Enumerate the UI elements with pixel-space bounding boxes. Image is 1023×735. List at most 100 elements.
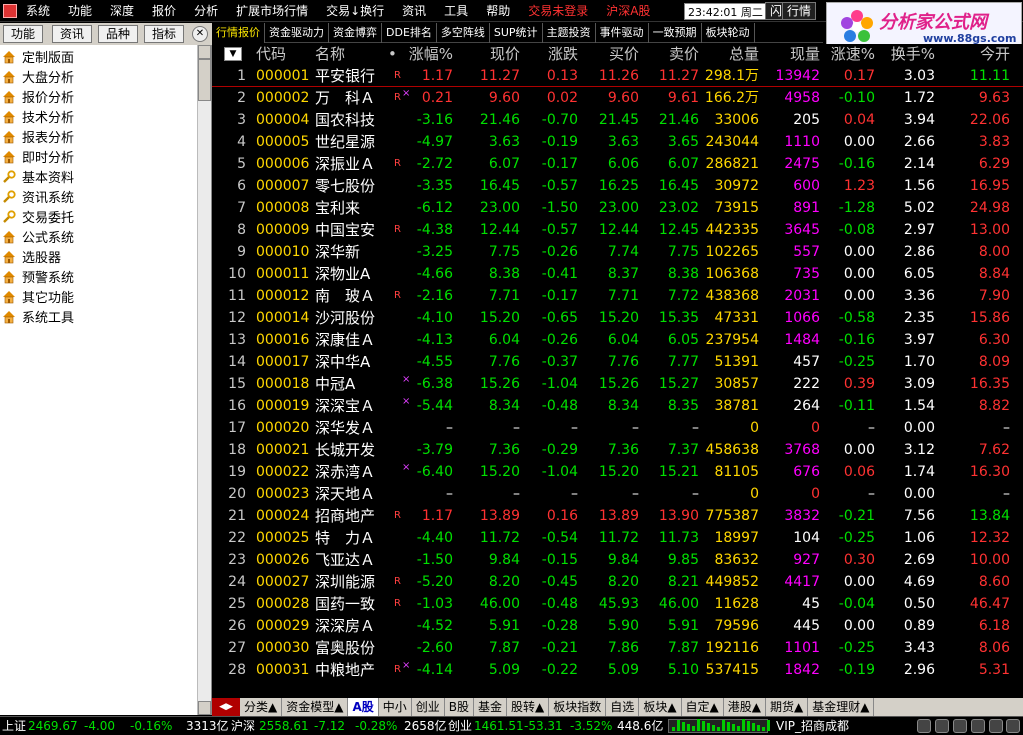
market-tab[interactable]: 资金模型▲: [282, 698, 349, 716]
column-header[interactable]: 今开: [952, 44, 1010, 65]
table-row[interactable]: 11 000012 南 玻Ａ R -2.16 7.71 -0.17 7.71 7.72 43836…: [212, 285, 1023, 307]
tab-news[interactable]: 资讯: [52, 25, 92, 43]
sidebar-item[interactable]: 资讯系统: [2, 186, 74, 206]
table-row[interactable]: 22 000025 特 力Ａ -4.40 11.72 -0.54 11.72 11.73 189…: [212, 527, 1023, 549]
table-row[interactable]: 21 000024 招商地产 R 1.17 13.89 0.16 13.89 13.90 7753…: [212, 505, 1023, 527]
lock-icon[interactable]: [953, 719, 967, 733]
sidebar-item[interactable]: 大盘分析: [2, 66, 74, 86]
table-row[interactable]: 8 000009 中国宝安 R -4.38 12.44 -0.57 12.44 12.45 442…: [212, 219, 1023, 241]
table-row[interactable]: 3 000004 国农科技 -3.16 21.46 -0.70 21.45 21.46 3300…: [212, 109, 1023, 131]
menu-item[interactable]: 系统: [26, 0, 50, 22]
table-row[interactable]: 5 000006 深振业Ａ R -2.72 6.07 -0.17 6.06 6.07 286821…: [212, 153, 1023, 175]
table-row[interactable]: 15 000018 中冠A × -6.38 15.26 -1.04 15.26 15.27 308…: [212, 373, 1023, 395]
sidebar-item[interactable]: 基本资料: [2, 166, 74, 186]
menu-item[interactable]: 分析: [194, 0, 218, 22]
column-header[interactable]: 现量: [765, 44, 820, 65]
market-tab[interactable]: 板块▲: [639, 698, 682, 716]
menu-item[interactable]: 扩展市场行情: [236, 0, 308, 22]
table-row[interactable]: 13 000016 深康佳Ａ -4.13 6.04 -0.26 6.04 6.05 237954…: [212, 329, 1023, 351]
function-tab[interactable]: 板块轮动: [702, 23, 755, 43]
menu-alert[interactable]: 沪深A股: [606, 0, 650, 22]
column-header[interactable]: 涨幅%: [403, 44, 453, 65]
table-row[interactable]: 1 000001 平安银行 R 1.17 11.27 0.13 11.26 11.27 298.1…: [212, 65, 1023, 87]
market-tab[interactable]: 板块指数: [549, 698, 607, 716]
tab-variety[interactable]: 品种: [98, 25, 138, 43]
menu-alert[interactable]: 交易未登录: [528, 0, 588, 22]
market-tab[interactable]: 分类▲: [240, 698, 283, 716]
table-row[interactable]: 19 000022 深赤湾Ａ × -6.40 15.20 -1.04 15.20 15.21 81…: [212, 461, 1023, 483]
market-tab[interactable]: 中小: [378, 698, 412, 716]
market-tab[interactable]: 基金: [474, 698, 508, 716]
menu-item[interactable]: 报价: [152, 0, 176, 22]
table-row[interactable]: 6 000007 零七股份 -3.35 16.45 -0.57 16.25 16.45 3097…: [212, 175, 1023, 197]
market-tab[interactable]: 自选: [606, 698, 640, 716]
table-row[interactable]: 2 000002 万 科Ａ R × 0.21 9.60 0.02 9.60 9.61 166.2万 4…: [212, 87, 1023, 109]
function-tab[interactable]: 主题投资: [543, 23, 596, 43]
function-tab[interactable]: 资金驱动力: [265, 23, 329, 43]
function-tab[interactable]: 事件驱动: [596, 23, 649, 43]
table-row[interactable]: 18 000021 长城开发 -3.79 7.36 -0.29 7.36 7.37 458638…: [212, 439, 1023, 461]
sidebar-item[interactable]: 报价分析: [2, 86, 74, 106]
table-row[interactable]: 4 000005 世纪星源 -4.97 3.63 -0.19 3.63 3.65 243044 1…: [212, 131, 1023, 153]
sidebar-scrollbar[interactable]: [197, 45, 211, 715]
close-panel-icon[interactable]: ✕: [192, 26, 208, 42]
sidebar-item[interactable]: 即时分析: [2, 146, 74, 166]
table-row[interactable]: 24 000027 深圳能源 R -5.20 8.20 -0.45 8.20 8.21 44985…: [212, 571, 1023, 593]
market-tab[interactable]: 港股▲: [723, 698, 767, 716]
function-tab[interactable]: 行情报价: [212, 23, 265, 43]
column-header[interactable]: 代码: [256, 44, 286, 65]
menu-item[interactable]: 帮助: [486, 0, 510, 22]
table-row[interactable]: 28 000031 中粮地产 R × -4.14 5.09 -0.22 5.09 5.10 5374…: [212, 659, 1023, 681]
menu-item[interactable]: 资讯: [402, 0, 426, 22]
column-header[interactable]: 涨速%: [824, 44, 875, 65]
market-tab[interactable]: B股: [444, 698, 475, 716]
quote-button[interactable]: 行情: [782, 2, 817, 20]
menu-item[interactable]: 深度: [110, 0, 134, 22]
table-row[interactable]: 27 000030 富奥股份 -2.60 7.87 -0.21 7.86 7.87 192116…: [212, 637, 1023, 659]
table-row[interactable]: 25 000028 国药一致 R -1.03 46.00 -0.48 45.93 46.00 11…: [212, 593, 1023, 615]
function-tab[interactable]: DDE排名: [382, 23, 437, 43]
menu-item[interactable]: 工具: [444, 0, 468, 22]
market-tab[interactable]: 自定▲: [681, 698, 724, 716]
sidebar-item[interactable]: 其它功能: [2, 286, 74, 306]
column-header[interactable]: 换手%: [884, 44, 935, 65]
sidebar-item[interactable]: 系统工具: [2, 306, 74, 326]
network-icon[interactable]: [989, 719, 1003, 733]
column-header[interactable]: 买价: [583, 44, 639, 65]
table-row[interactable]: 9 000010 深华新 -3.25 7.75 -0.26 7.74 7.75 102265 55…: [212, 241, 1023, 263]
table-row[interactable]: 10 000011 深物业A -4.66 8.38 -0.41 8.37 8.38 106368…: [212, 263, 1023, 285]
tab-function[interactable]: 功能: [3, 25, 43, 43]
market-tab[interactable]: 期货▲: [766, 698, 809, 716]
function-tab[interactable]: 多空阵线: [437, 23, 490, 43]
table-row[interactable]: 23 000026 飞亚达Ａ -1.50 9.84 -0.15 9.84 9.85 83632 9…: [212, 549, 1023, 571]
table-row[interactable]: 20 000023 深天地Ａ – – – – – 0 0 – 0.00 –: [212, 483, 1023, 505]
sidebar-item[interactable]: 报表分析: [2, 126, 74, 146]
settings-icon[interactable]: [971, 719, 985, 733]
table-row[interactable]: 17 000020 深华发Ａ – – – – – 0 0 – 0.00 –: [212, 417, 1023, 439]
sidebar-item[interactable]: 交易委托: [2, 206, 74, 226]
sidebar-item[interactable]: 预警系统: [2, 266, 74, 286]
column-header[interactable]: 卖价: [642, 44, 699, 65]
market-tab[interactable]: 基金理财▲: [808, 698, 875, 716]
user-icon[interactable]: [935, 719, 949, 733]
column-header[interactable]: 现价: [466, 44, 520, 65]
table-row[interactable]: 26 000029 深深房Ａ -4.52 5.91 -0.28 5.90 5.91 79596 4…: [212, 615, 1023, 637]
sidebar-item[interactable]: 选股器: [2, 246, 61, 266]
message-icon[interactable]: [917, 719, 931, 733]
column-header[interactable]: •: [388, 44, 397, 65]
tab-indicator[interactable]: 指标: [144, 25, 184, 43]
market-tab[interactable]: A股: [348, 698, 379, 716]
sidebar-item[interactable]: 公式系统: [2, 226, 74, 246]
menu-item[interactable]: 交易↓换行: [326, 0, 384, 22]
table-row[interactable]: 14 000017 深中华A -4.55 7.76 -0.37 7.76 7.77 51391 4…: [212, 351, 1023, 373]
column-header[interactable]: 总量: [701, 44, 759, 65]
table-row[interactable]: 12 000014 沙河股份 -4.10 15.20 -0.65 15.20 15.35 473…: [212, 307, 1023, 329]
app-icon[interactable]: [3, 4, 17, 18]
market-tab[interactable]: 创业: [411, 698, 445, 716]
table-row[interactable]: 16 000019 深深宝Ａ × -5.44 8.34 -0.48 8.34 8.35 38781…: [212, 395, 1023, 417]
market-tab[interactable]: 股转▲: [507, 698, 550, 716]
sidebar-item[interactable]: 定制版面: [2, 46, 74, 66]
column-header[interactable]: 涨跌: [524, 44, 578, 65]
function-tab[interactable]: 一致预期: [649, 23, 702, 43]
menu-item[interactable]: 功能: [68, 0, 92, 22]
